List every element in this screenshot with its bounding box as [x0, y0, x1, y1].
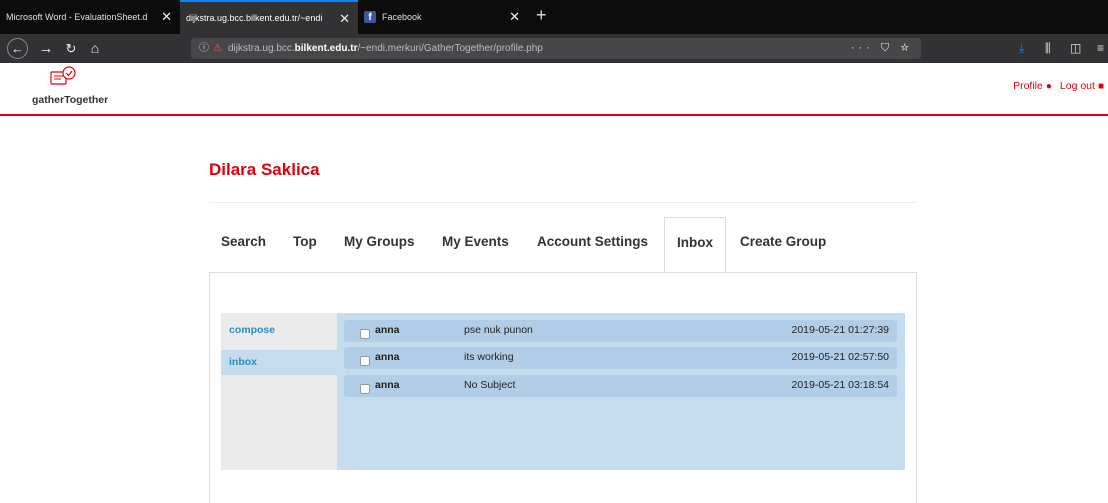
browser-tab-word[interactable]: Microsoft Word - EvaluationSheet.d ✕ [0, 0, 180, 34]
message-row[interactable]: anna its working 2019-05-21 02:57:50 [344, 347, 897, 369]
message-row[interactable]: anna pse nuk punon 2019-05-21 01:27:39 [344, 320, 897, 342]
new-tab-icon[interactable]: + [536, 6, 547, 24]
gathertogether-logo-icon[interactable] [50, 66, 76, 88]
message-date: 2019-05-21 02:57:50 [791, 351, 890, 363]
message-date: 2019-05-21 01:27:39 [791, 324, 890, 336]
url-domain: bilkent.edu.tr [294, 43, 358, 54]
site-header: gatherTogether Profile ● Log out ■ [0, 63, 1108, 116]
address-bar[interactable]: ⓘ ⚠ dijkstra.ug.bcc.bilkent.edu.tr/~endi.m… [191, 38, 921, 59]
message-list: anna pse nuk punon 2019-05-21 01:27:39 a… [337, 313, 905, 470]
insecure-icon: ⚠ [213, 43, 222, 54]
browser-tab-strip: Microsoft Word - EvaluationSheet.d ✕ dij… [0, 0, 1108, 34]
back-icon[interactable]: ← [7, 38, 28, 59]
tab-my-events[interactable]: My Events [442, 217, 509, 273]
close-tab-icon[interactable]: ✕ [509, 10, 520, 23]
browser-tab-title: dijkstra.ug.bcc.bilkent.edu.tr/~endi [186, 13, 323, 23]
inbox-link[interactable]: inbox [221, 350, 338, 375]
message-checkbox[interactable] [360, 329, 370, 339]
url-prefix: dijkstra.ug.bcc. [227, 43, 295, 54]
tab-my-groups[interactable]: My Groups [344, 217, 415, 273]
close-tab-icon[interactable]: ✕ [339, 12, 350, 25]
forward-icon[interactable]: → [37, 38, 55, 59]
logout-link[interactable]: Log out [1060, 80, 1095, 92]
library-icon[interactable]: ⫼ [1045, 38, 1051, 59]
tab-inbox[interactable]: Inbox [664, 217, 726, 273]
message-sender: anna [375, 324, 400, 336]
message-date: 2019-05-21 03:18:54 [791, 379, 890, 391]
divider [209, 202, 917, 203]
tab-create-group[interactable]: Create Group [740, 217, 826, 273]
header-links: Profile ● Log out ■ [1013, 80, 1104, 92]
download-icon[interactable]: ⤓ [1019, 38, 1024, 59]
tab-account-settings[interactable]: Account Settings [537, 217, 648, 273]
profile-name: Dilara Saklica [209, 160, 320, 179]
message-subject[interactable]: pse nuk punon [464, 324, 533, 336]
browser-tab-title: Microsoft Word - EvaluationSheet.d [6, 12, 148, 22]
page-actions-icon[interactable]: ··· ⛉ ☆ [851, 38, 913, 59]
message-subject[interactable]: its working [464, 351, 514, 363]
facebook-icon: f [364, 11, 376, 23]
message-checkbox[interactable] [360, 384, 370, 394]
close-tab-icon[interactable]: ✕ [161, 10, 172, 23]
home-icon[interactable]: ⌂ [86, 38, 104, 59]
message-sender: anna [375, 351, 400, 363]
profile-link[interactable]: Profile [1013, 80, 1043, 92]
tab-top[interactable]: Top [293, 217, 317, 273]
message-row[interactable]: anna No Subject 2019-05-21 03:18:54 [344, 375, 897, 397]
compose-link[interactable]: compose [221, 318, 338, 343]
sidebar-icon[interactable]: ◫ [1070, 38, 1081, 59]
browser-nav-bar: ← → ↻ ⌂ ⓘ ⚠ dijkstra.ug.bcc.bilkent.edu.tr… [0, 34, 1108, 63]
info-icon[interactable]: ⓘ [199, 43, 209, 54]
message-checkbox[interactable] [360, 356, 370, 366]
message-sender: anna [375, 379, 400, 391]
browser-tab-gathertogether[interactable]: dijkstra.ug.bcc.bilkent.edu.tr/~endi ✕ [180, 0, 358, 34]
tab-search[interactable]: Search [221, 217, 266, 273]
browser-tab-title: Facebook [382, 12, 422, 22]
site-logo-text[interactable]: gatherTogether [32, 94, 108, 106]
lock-icon: ■ [1097, 81, 1104, 92]
mailbox-sidebar: compose inbox [221, 313, 338, 470]
message-subject[interactable]: No Subject [464, 379, 515, 391]
reload-icon[interactable]: ↻ [62, 38, 80, 59]
menu-icon[interactable]: ≡ [1097, 38, 1104, 59]
browser-tab-facebook[interactable]: f Facebook ✕ [358, 0, 528, 34]
url-path: /~endi.merkuri/GatherTogether/profile.ph… [357, 43, 543, 54]
user-icon: ● [1045, 81, 1052, 92]
